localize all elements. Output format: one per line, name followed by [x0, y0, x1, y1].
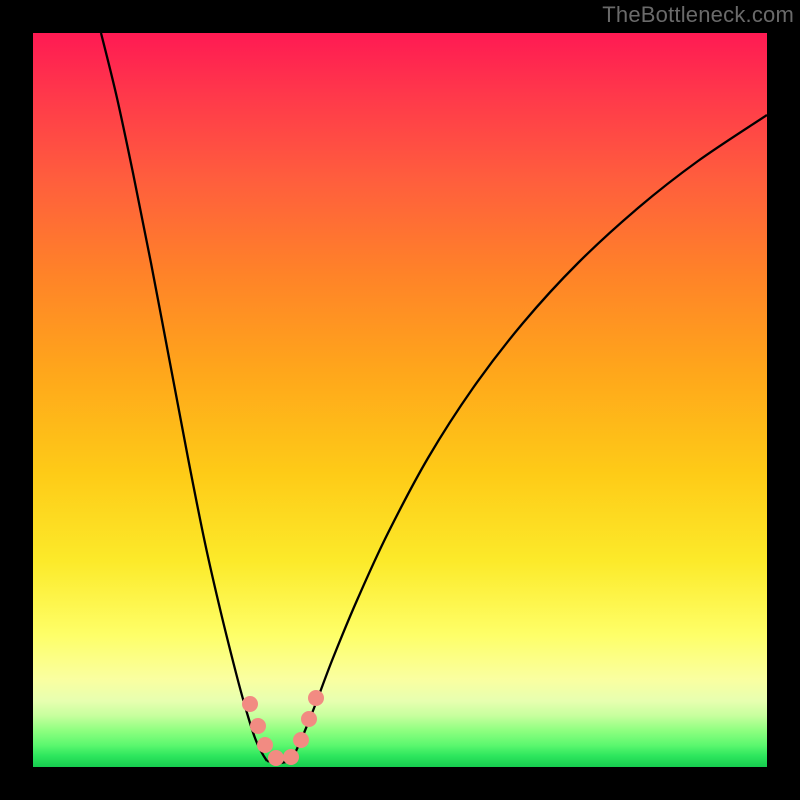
data-marker [308, 690, 324, 706]
marker-group [242, 690, 324, 766]
series-group [101, 33, 767, 763]
series-right-branch [291, 115, 767, 761]
chart-plot-area [33, 33, 767, 767]
data-marker [283, 749, 299, 765]
watermark-text: TheBottleneck.com [602, 2, 794, 28]
data-marker [257, 737, 273, 753]
data-marker [242, 696, 258, 712]
data-marker [293, 732, 309, 748]
chart-svg [33, 33, 767, 767]
series-left-branch [101, 33, 267, 761]
data-marker [250, 718, 266, 734]
data-marker [301, 711, 317, 727]
chart-frame: TheBottleneck.com [0, 0, 800, 800]
data-marker [268, 750, 284, 766]
